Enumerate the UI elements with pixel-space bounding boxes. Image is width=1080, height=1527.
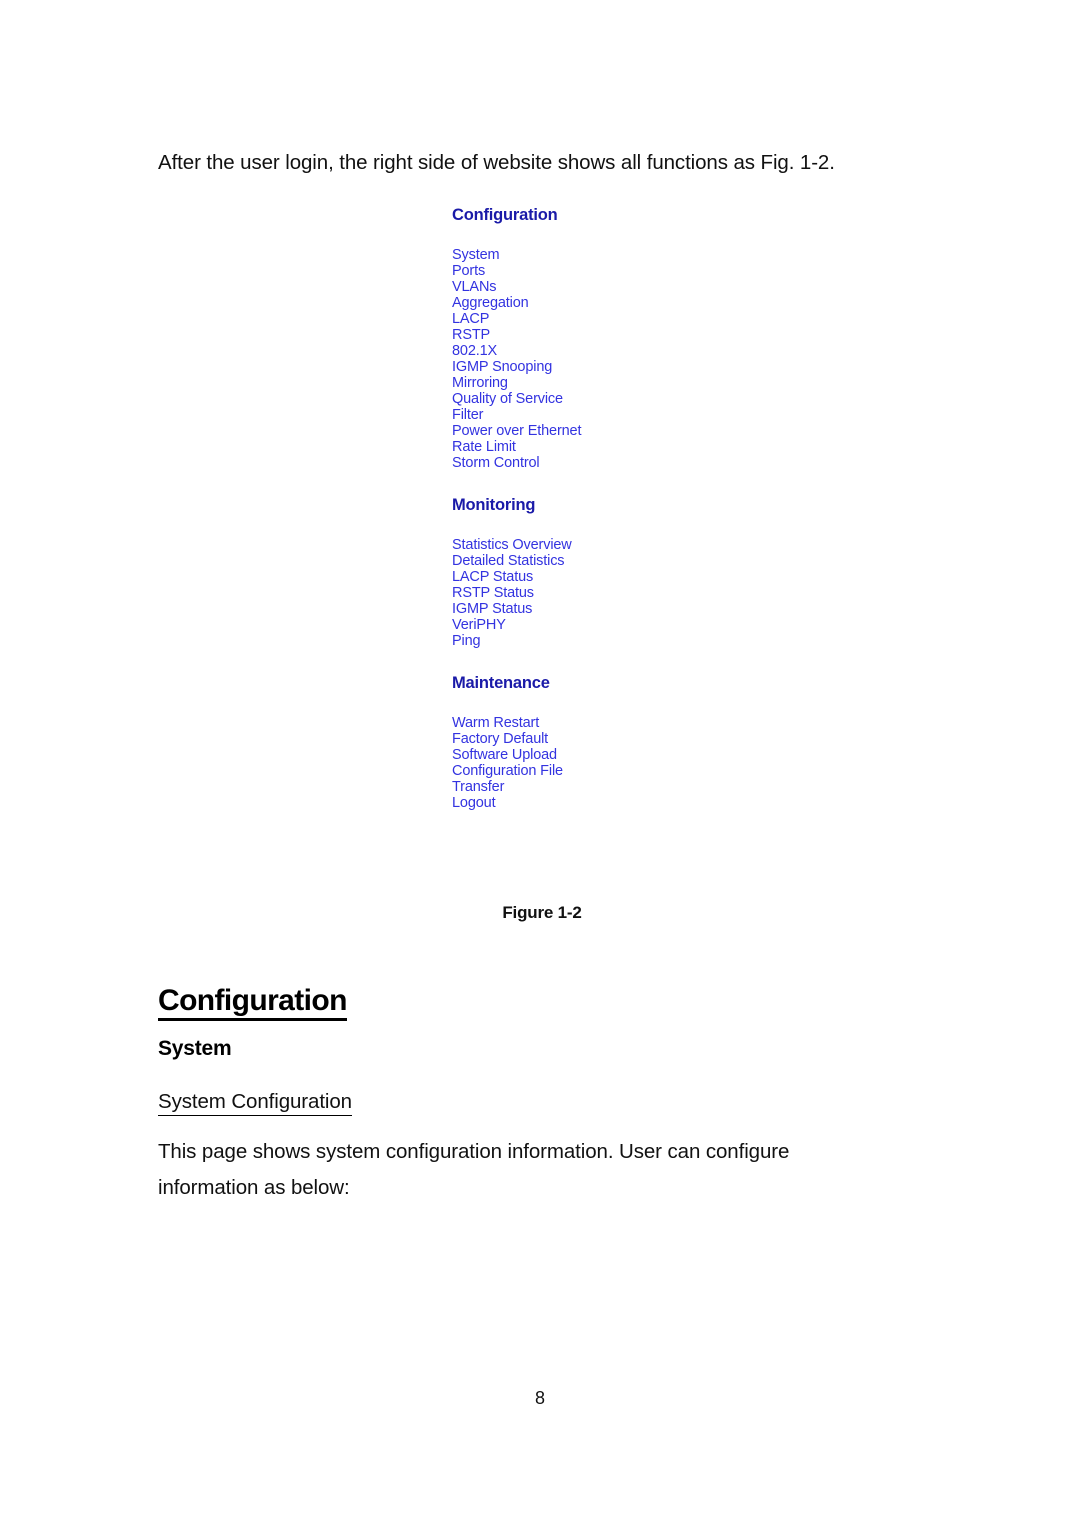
body-paragraph: This page shows system configuration inf… [158, 1139, 790, 1199]
menu-item-ping[interactable]: Ping [452, 633, 702, 649]
menu-list-maintenance: Warm Restart Factory Default Software Up… [452, 715, 702, 811]
menu-item-lacp-status[interactable]: LACP Status [452, 569, 702, 585]
figure-caption: Figure 1-2 [0, 903, 1080, 923]
menu-item-rate-limit[interactable]: Rate Limit [452, 439, 702, 455]
section-heading-configuration-text: Configuration [158, 984, 347, 1022]
menu-item-warm-restart[interactable]: Warm Restart [452, 715, 702, 731]
menu-section-heading-monitoring: Monitoring [452, 496, 536, 514]
menu-item-system[interactable]: System [452, 247, 702, 263]
menu-item-802-1x[interactable]: 802.1X [452, 343, 702, 359]
figure-caption-text: Figure 1-2 [502, 903, 582, 922]
menu-item-igmp-status[interactable]: IGMP Status [452, 601, 702, 617]
menu-item-storm-control[interactable]: Storm Control [452, 455, 702, 471]
menu-item-logout[interactable]: Logout [452, 795, 702, 811]
section-heading-configuration: Configuration [158, 982, 347, 1022]
menu-item-statistics-overview[interactable]: Statistics Overview [452, 537, 702, 553]
menu-section-heading-maintenance: Maintenance [452, 674, 550, 692]
menu-item-filter[interactable]: Filter [452, 407, 702, 423]
menu-item-detailed-statistics[interactable]: Detailed Statistics [452, 553, 702, 569]
menu-item-power-over-ethernet[interactable]: Power over Ethernet [452, 423, 702, 439]
menu-list-monitoring: Statistics Overview Detailed Statistics … [452, 537, 702, 649]
menu-item-rstp-status[interactable]: RSTP Status [452, 585, 702, 601]
intro-paragraph: After the user login, the right side of … [158, 150, 835, 174]
menu-item-mirroring[interactable]: Mirroring [452, 375, 702, 391]
menu-item-transfer[interactable]: Transfer [452, 779, 702, 795]
menu-item-factory-default[interactable]: Factory Default [452, 731, 702, 747]
subsection-heading-system: System [158, 1037, 232, 1061]
subsection-heading-system-configuration-text: System Configuration [158, 1089, 352, 1116]
menu-item-quality-of-service[interactable]: Quality of Service [452, 391, 702, 407]
page-number: 8 [534, 1388, 545, 1408]
menu-section-heading-configuration: Configuration [452, 206, 558, 224]
menu-item-igmp-snooping[interactable]: IGMP Snooping [452, 359, 702, 375]
menu-item-rstp[interactable]: RSTP [452, 327, 702, 343]
figure-nav-menu: Configuration System Ports VLANs Aggrega… [452, 205, 702, 811]
menu-item-vlans[interactable]: VLANs [452, 279, 702, 295]
menu-item-ports[interactable]: Ports [452, 263, 702, 279]
menu-item-aggregation[interactable]: Aggregation [452, 295, 702, 311]
menu-item-lacp[interactable]: LACP [452, 311, 702, 327]
menu-item-veriphy[interactable]: VeriPHY [452, 617, 702, 633]
subsection-heading-system-configuration: System Configuration [158, 1087, 352, 1117]
document-page: After the user login, the right side of … [0, 0, 1080, 1527]
menu-item-configuration-file[interactable]: Configuration File [452, 763, 702, 779]
menu-item-software-upload[interactable]: Software Upload [452, 747, 702, 763]
menu-list-configuration: System Ports VLANs Aggregation LACP RSTP… [452, 247, 702, 471]
